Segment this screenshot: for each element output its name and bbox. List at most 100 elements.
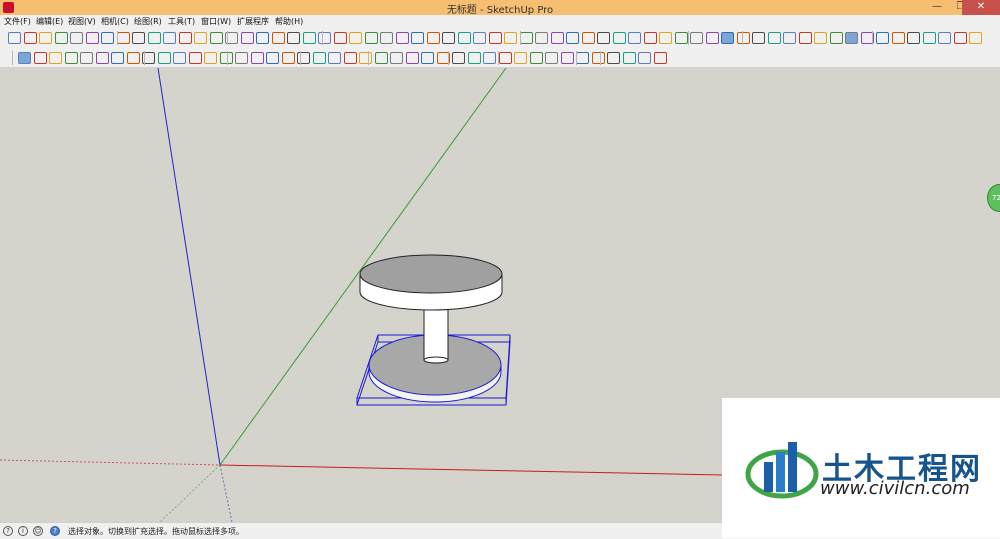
tool-sandbox-icon[interactable] xyxy=(364,32,378,44)
tool-getting-started-icon[interactable] xyxy=(266,52,279,64)
tool-measurements-icon[interactable] xyxy=(498,52,512,64)
tool-measurements-icon[interactable] xyxy=(250,52,264,64)
status-question-icon[interactable]: ? xyxy=(50,526,60,536)
tool-section-icon[interactable] xyxy=(628,32,641,44)
menu-draw[interactable]: 绘图(R) xyxy=(134,16,162,27)
tool-construction-icon[interactable] xyxy=(302,32,316,44)
table-top[interactable] xyxy=(359,254,503,311)
tool-section-icon[interactable] xyxy=(132,32,145,44)
tool-edit-icon[interactable] xyxy=(581,32,595,44)
menu-help[interactable]: 帮助(H) xyxy=(275,16,303,27)
tool-large-tool-set-icon[interactable] xyxy=(33,52,47,64)
tool-shadows-icon[interactable] xyxy=(405,52,419,64)
menu-view[interactable]: 视图(V) xyxy=(68,16,96,27)
tool-edit-icon[interactable] xyxy=(591,52,605,64)
tool-principal-icon[interactable] xyxy=(359,52,372,64)
tool-styles-icon[interactable] xyxy=(938,32,951,44)
tool-section-icon[interactable] xyxy=(380,32,393,44)
tool-solid-tools-icon[interactable] xyxy=(421,52,434,64)
tool-getting-started-icon[interactable] xyxy=(8,32,21,44)
tool-views-icon[interactable] xyxy=(705,32,719,44)
tool-section-icon[interactable] xyxy=(390,52,403,64)
tool-drawing-icon[interactable] xyxy=(814,32,827,44)
tool-warehouse-icon[interactable] xyxy=(483,52,496,64)
tool-shadows-icon[interactable] xyxy=(891,32,905,44)
tool-standard-icon[interactable] xyxy=(188,52,202,64)
help-icon[interactable]: ? xyxy=(3,526,13,536)
tool-principal-icon[interactable] xyxy=(111,52,124,64)
tool-views-icon[interactable] xyxy=(457,32,471,44)
tool-drawing-icon[interactable] xyxy=(328,52,341,64)
tool-solid-tools-icon[interactable] xyxy=(163,32,176,44)
tool-construction-icon[interactable] xyxy=(798,32,812,44)
tool-warehouse-icon[interactable] xyxy=(473,32,486,44)
tool-measurements-icon[interactable] xyxy=(488,32,502,44)
tool-shadows-icon[interactable] xyxy=(157,52,171,64)
tool-large-tool-set-icon[interactable] xyxy=(767,32,781,44)
tool-large-tool-set-icon[interactable] xyxy=(281,52,295,64)
tool-standard-icon[interactable] xyxy=(922,32,936,44)
tool-shadows-icon[interactable] xyxy=(643,32,657,44)
tool-styles-icon[interactable] xyxy=(204,52,217,64)
tool-large-tool-set-icon[interactable] xyxy=(519,32,533,44)
tool-getting-started-icon[interactable] xyxy=(504,32,517,44)
tool-principal-icon[interactable] xyxy=(597,32,610,44)
tool-drawing-icon[interactable] xyxy=(70,32,83,44)
tool-construction-icon[interactable] xyxy=(312,52,326,64)
menu-camera[interactable]: 相机(C) xyxy=(101,16,129,27)
tool-sandbox-icon[interactable] xyxy=(116,32,130,44)
tool-views-icon[interactable] xyxy=(467,52,481,64)
tool-camera-icon[interactable] xyxy=(49,52,62,64)
menu-window[interactable]: 窗口(W) xyxy=(201,16,231,27)
tool-camera-icon[interactable] xyxy=(39,32,52,44)
tool-styles-icon[interactable] xyxy=(194,32,207,44)
tool-camera-icon[interactable] xyxy=(297,52,310,64)
tool-getting-started-icon[interactable] xyxy=(18,52,31,64)
menu-tools[interactable]: 工具(T) xyxy=(168,16,195,27)
tool-drawing-icon[interactable] xyxy=(566,32,579,44)
tool-shadows-icon[interactable] xyxy=(395,32,409,44)
tool-solid-tools-icon[interactable] xyxy=(659,32,672,44)
tool-edit-icon[interactable] xyxy=(343,52,357,64)
tool-getting-started-icon[interactable] xyxy=(514,52,527,64)
tool-construction-icon[interactable] xyxy=(54,32,68,44)
tool-edit-icon[interactable] xyxy=(333,32,347,44)
menu-extensions[interactable]: 扩展程序 xyxy=(237,16,269,27)
menu-edit[interactable]: 编辑(E) xyxy=(36,16,63,27)
tool-camera-icon[interactable] xyxy=(535,32,548,44)
tool-sandbox-icon[interactable] xyxy=(126,52,140,64)
tool-standard-icon[interactable] xyxy=(178,32,192,44)
tool-solid-tools-icon[interactable] xyxy=(411,32,424,44)
tool-styles-icon[interactable] xyxy=(442,32,455,44)
info-icon[interactable]: i xyxy=(18,526,28,536)
tool-getting-started-icon[interactable] xyxy=(256,32,269,44)
tool-camera-icon[interactable] xyxy=(287,32,300,44)
tool-drawing-icon[interactable] xyxy=(80,52,93,64)
tool-drawing-icon[interactable] xyxy=(318,32,331,44)
tool-construction-icon[interactable] xyxy=(560,52,574,64)
tool-edit-icon[interactable] xyxy=(829,32,843,44)
tool-sandbox-icon[interactable] xyxy=(622,52,636,64)
tool-large-tool-set-icon[interactable] xyxy=(529,52,543,64)
tool-styles-icon[interactable] xyxy=(690,32,703,44)
tool-principal-icon[interactable] xyxy=(349,32,362,44)
tool-section-icon[interactable] xyxy=(876,32,889,44)
tool-construction-icon[interactable] xyxy=(64,52,78,64)
tool-views-icon[interactable] xyxy=(209,32,223,44)
tool-standard-icon[interactable] xyxy=(674,32,688,44)
tool-sandbox-icon[interactable] xyxy=(374,52,388,64)
tool-section-icon[interactable] xyxy=(638,52,651,64)
tool-drawing-icon[interactable] xyxy=(576,52,589,64)
tool-warehouse-icon[interactable] xyxy=(721,32,734,44)
tool-solid-tools-icon[interactable] xyxy=(907,32,920,44)
tool-views-icon[interactable] xyxy=(219,52,233,64)
tool-warehouse-icon[interactable] xyxy=(235,52,248,64)
tool-standard-icon[interactable] xyxy=(426,32,440,44)
tool-principal-icon[interactable] xyxy=(845,32,858,44)
tool-large-tool-set-icon[interactable] xyxy=(23,32,37,44)
table-column[interactable] xyxy=(423,304,449,364)
tool-measurements-icon[interactable] xyxy=(240,32,254,44)
minimize-button[interactable]: — xyxy=(924,0,950,15)
tool-edit-icon[interactable] xyxy=(85,32,99,44)
tool-camera-icon[interactable] xyxy=(545,52,558,64)
